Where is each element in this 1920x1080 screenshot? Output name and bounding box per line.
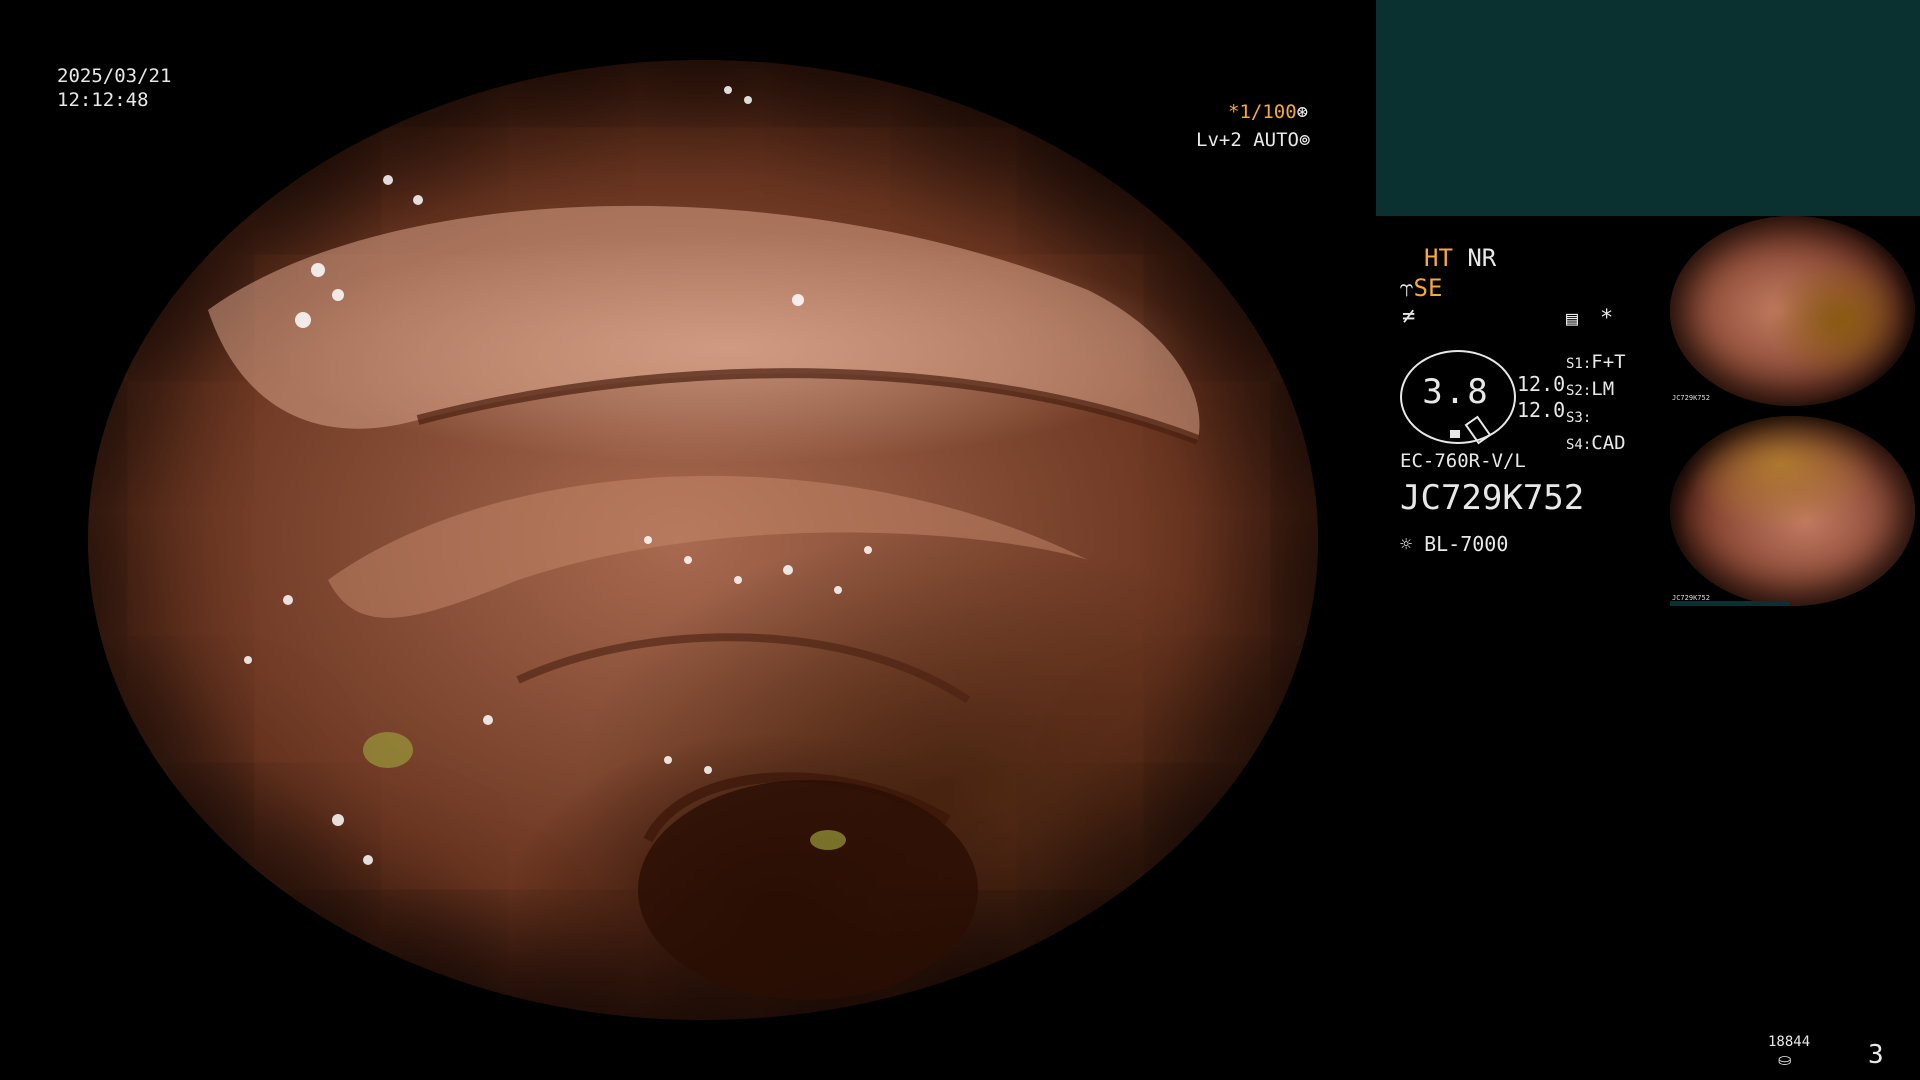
scope-serial: JC729K752 <box>1400 478 1585 518</box>
thumbnail-serial: JC729K752 <box>1672 394 1710 402</box>
storage-icon: ⛀ <box>1778 1050 1792 1069</box>
value-bottom: 12.0 <box>1517 398 1566 422</box>
iris-icon: ⊚ <box>1298 129 1311 151</box>
endoscope-image <box>88 60 1318 1020</box>
se-label: SE <box>1413 274 1443 302</box>
nr-label: NR <box>1467 244 1497 272</box>
asterisk-label: * <box>1600 306 1614 331</box>
color-mode-icon: ≠ <box>1402 304 1416 329</box>
time-label: 12:12:48 <box>57 89 149 111</box>
brightness-level: Lv+2 AUTO⊚ <box>1196 128 1310 152</box>
ht-nr-row: HT NR <box>1424 244 1496 272</box>
storage-count: 18844 <box>1768 1034 1811 1050</box>
enhance-icon: ⥾ <box>1400 274 1414 302</box>
scope-view-container <box>0 0 1380 1020</box>
switch-s3: S3: <box>1566 410 1592 426</box>
mucosal-folds <box>208 86 1200 1000</box>
record-icon: ▤ <box>1566 306 1579 330</box>
shutter-icon: ⊛ <box>1296 101 1309 123</box>
scope-model: EC-760R-V/L <box>1400 450 1526 472</box>
value-top: 12.0 <box>1517 372 1566 396</box>
video-panel <box>1376 0 1920 216</box>
gauge-marker <box>1450 430 1460 438</box>
switch-s1: S1:F+T <box>1566 351 1626 373</box>
thumbnail-1[interactable]: JC729K752 <box>1670 216 1915 406</box>
shutter-speed-value: *1/100 <box>1228 101 1297 123</box>
date-label: 2025/03/21 <box>57 65 172 87</box>
fold-middle <box>328 475 1088 618</box>
thumbnail-image <box>1670 416 1915 606</box>
switch-list: S1:F+T S2:LM S3: S4:CAD <box>1566 350 1626 458</box>
thumbnail-strip <box>1670 601 1790 606</box>
zoom-gauge-value: 3.8 <box>1422 372 1490 412</box>
ht-label: HT <box>1424 244 1453 272</box>
switch-s2: S2:LM <box>1566 378 1615 400</box>
switch-s4: S4:CAD <box>1566 432 1626 454</box>
lumen <box>638 780 978 1000</box>
thumbnail-2[interactable]: JC729K752 <box>1670 416 1915 606</box>
light-source-icon: ☼ <box>1400 532 1413 556</box>
shutter-speed: *1/100⊛ <box>1228 100 1308 124</box>
light-source-row: ☼ BL-7000 <box>1400 532 1508 556</box>
specular-highlights <box>244 86 872 865</box>
light-source-label: BL-7000 <box>1424 532 1509 556</box>
thumbnail-image <box>1670 216 1915 406</box>
fold-upper <box>208 205 1200 440</box>
brightness-level-value: Lv+2 AUTO <box>1196 129 1299 151</box>
se-row: ⥾SE <box>1400 274 1442 302</box>
page-number: 3 <box>1868 1040 1884 1070</box>
